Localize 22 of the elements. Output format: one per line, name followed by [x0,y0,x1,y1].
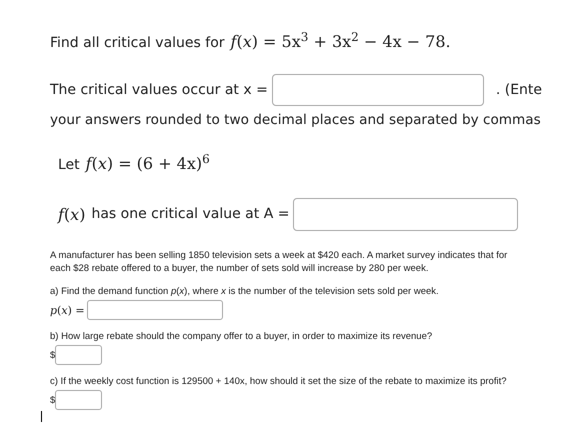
formula: f(x) = (6 + 4x)$^{6}$ [86,152,210,176]
answer-field[interactable] [55,345,102,366]
answer-prefix: $ [50,394,56,407]
answer-field[interactable] [55,390,102,410]
text-cursor [41,411,42,422]
question-text: Find all critical values for [50,34,225,53]
answer-prefix: p(x) = [50,304,85,317]
answer-field[interactable] [293,198,518,232]
question-text: a) Find the demand function p(x), where x is the number of the television sets sold per week. [50,285,440,298]
question-text: b) How large rebate should the company offer to a buyer, in order to maximize its revenue? [50,330,434,344]
answer-field[interactable] [86,300,223,320]
question-text: Let [58,156,80,176]
answer-field[interactable] [272,74,484,106]
answer-label: has one critical value at A = [91,205,290,224]
formula: f(x) [58,204,86,226]
instruction-text: . (Ente [496,80,542,100]
formula: f(x) = 5x$^{3}$ + 3x$^{2}$ − 4x − 78. [230,30,451,53]
answer-label: The critical values occur at x = [50,80,268,100]
problem-text: A manufacturer has been selling 1850 television sets a week at $420 each. A market survey indicates that for each $28 rebate offered to a buyer, the number of sets sold will increase by 280 per week. [50,249,508,276]
instruction-text: your answers rounded to two decimal places and separated by commas [50,111,542,130]
question-text: c) If the weekly cost function is 129500 + 140x, how should it set the size of the rebate to maximize its profit? [50,375,508,388]
answer-prefix: $ [50,348,56,362]
